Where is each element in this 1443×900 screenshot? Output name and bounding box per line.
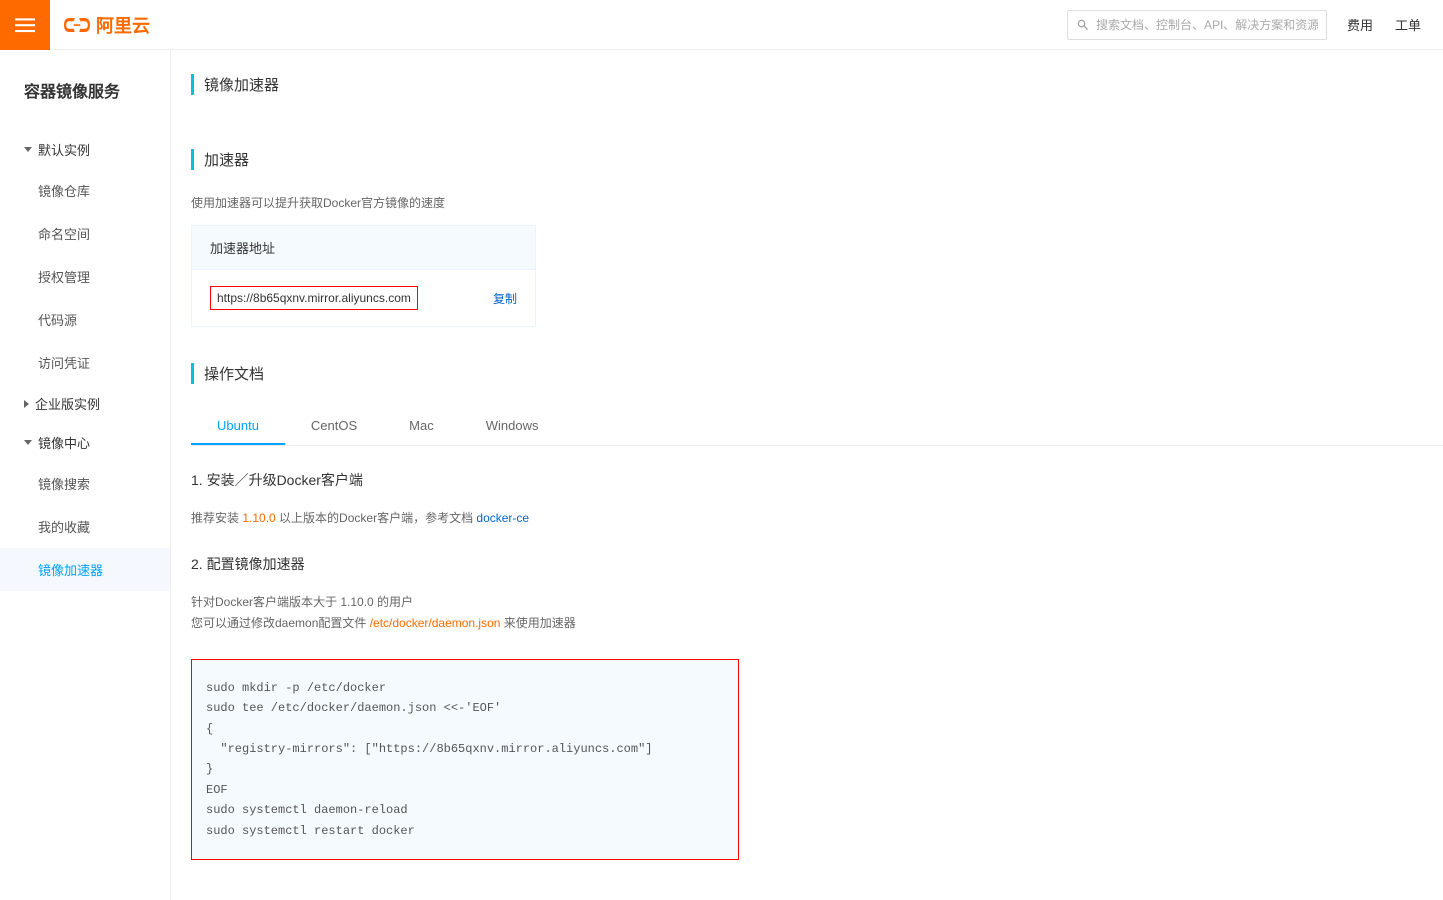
step1-title: 1. 安装／升级Docker客户端 <box>191 470 1443 490</box>
code-block[interactable]: sudo mkdir -p /etc/docker sudo tee /etc/… <box>191 659 739 860</box>
accelerator-url: https://8b65qxnv.mirror.aliyuncs.com <box>210 286 418 310</box>
step1-description: 推荐安装 1.10.0 以上版本的Docker客户端，参考文档 docker-c… <box>191 508 1443 530</box>
caret-down-icon <box>24 147 32 152</box>
copy-button[interactable]: 复制 <box>493 290 517 307</box>
logo[interactable]: 阿里云 <box>64 12 150 38</box>
step1-version: 1.10.0 <box>242 511 275 525</box>
nav-group-enterprise[interactable]: 企业版实例 <box>0 384 170 423</box>
header-link-ticket[interactable]: 工单 <box>1395 15 1421 34</box>
menu-toggle-button[interactable] <box>0 0 50 50</box>
nav-group-label: 企业版实例 <box>35 394 100 413</box>
header-link-billing[interactable]: 费用 <box>1347 15 1373 34</box>
nav-item-auth[interactable]: 授权管理 <box>0 255 170 298</box>
tab-mac[interactable]: Mac <box>383 408 460 445</box>
nav-item-image-search[interactable]: 镜像搜索 <box>0 462 170 505</box>
step1-desc-mid: 以上版本的Docker客户端，参考文档 <box>276 511 477 525</box>
nav-item-repos[interactable]: 镜像仓库 <box>0 169 170 212</box>
step2-desc-line2: 您可以通过修改daemon配置文件 /etc/docker/daemon.jso… <box>191 613 1443 635</box>
daemon-json-path: /etc/docker/daemon.json <box>370 616 501 630</box>
service-title: 容器镜像服务 <box>0 78 170 130</box>
accelerator-section-title: 加速器 <box>191 149 1443 170</box>
step2-desc-line1: 针对Docker客户端版本大于 1.10.0 的用户 <box>191 592 1443 614</box>
nav-group-label: 镜像中心 <box>38 433 90 452</box>
step2-title: 2. 配置镜像加速器 <box>191 554 1443 574</box>
accelerator-box: 加速器地址 https://8b65qxnv.mirror.aliyuncs.c… <box>191 225 536 327</box>
step2-description: 针对Docker客户端版本大于 1.10.0 的用户 您可以通过修改daemon… <box>191 592 1443 635</box>
step1-desc-prefix: 推荐安装 <box>191 511 242 525</box>
tab-ubuntu[interactable]: Ubuntu <box>191 408 285 445</box>
step2-desc2-suffix: 来使用加速器 <box>500 616 575 630</box>
nav-group-image-center[interactable]: 镜像中心 <box>0 423 170 462</box>
docs-section-title: 操作文档 <box>191 363 1443 384</box>
nav-item-credentials[interactable]: 访问凭证 <box>0 341 170 384</box>
hamburger-icon <box>15 15 35 35</box>
docker-ce-link[interactable]: docker-ce <box>476 511 529 525</box>
tab-windows[interactable]: Windows <box>460 408 565 445</box>
nav-item-code-source[interactable]: 代码源 <box>0 298 170 341</box>
os-tabs: Ubuntu CentOS Mac Windows <box>191 408 1443 446</box>
sidebar: 容器镜像服务 默认实例 镜像仓库 命名空间 授权管理 代码源 访问凭证 企业版实… <box>0 50 170 900</box>
step2-desc2-prefix: 您可以通过修改daemon配置文件 <box>191 616 370 630</box>
accelerator-address-label: 加速器地址 <box>192 226 535 270</box>
main-content: 镜像加速器 加速器 使用加速器可以提升获取Docker官方镜像的速度 加速器地址… <box>170 50 1443 900</box>
nav-group-label: 默认实例 <box>38 140 90 159</box>
logo-text: 阿里云 <box>96 12 150 38</box>
search-input[interactable] <box>1096 18 1318 32</box>
accelerator-description: 使用加速器可以提升获取Docker官方镜像的速度 <box>191 194 1443 211</box>
nav-group-default-instance[interactable]: 默认实例 <box>0 130 170 169</box>
nav-item-favorites[interactable]: 我的收藏 <box>0 505 170 548</box>
top-header: 阿里云 费用 工单 <box>0 0 1443 50</box>
caret-down-icon <box>24 440 32 445</box>
nav-item-namespaces[interactable]: 命名空间 <box>0 212 170 255</box>
global-search[interactable] <box>1067 10 1327 40</box>
caret-right-icon <box>24 400 29 408</box>
search-icon <box>1076 18 1090 32</box>
nav-item-mirror-accelerator[interactable]: 镜像加速器 <box>0 548 170 591</box>
tab-centos[interactable]: CentOS <box>285 408 383 445</box>
aliyun-logo-icon <box>64 12 90 38</box>
page-title: 镜像加速器 <box>191 74 1443 95</box>
